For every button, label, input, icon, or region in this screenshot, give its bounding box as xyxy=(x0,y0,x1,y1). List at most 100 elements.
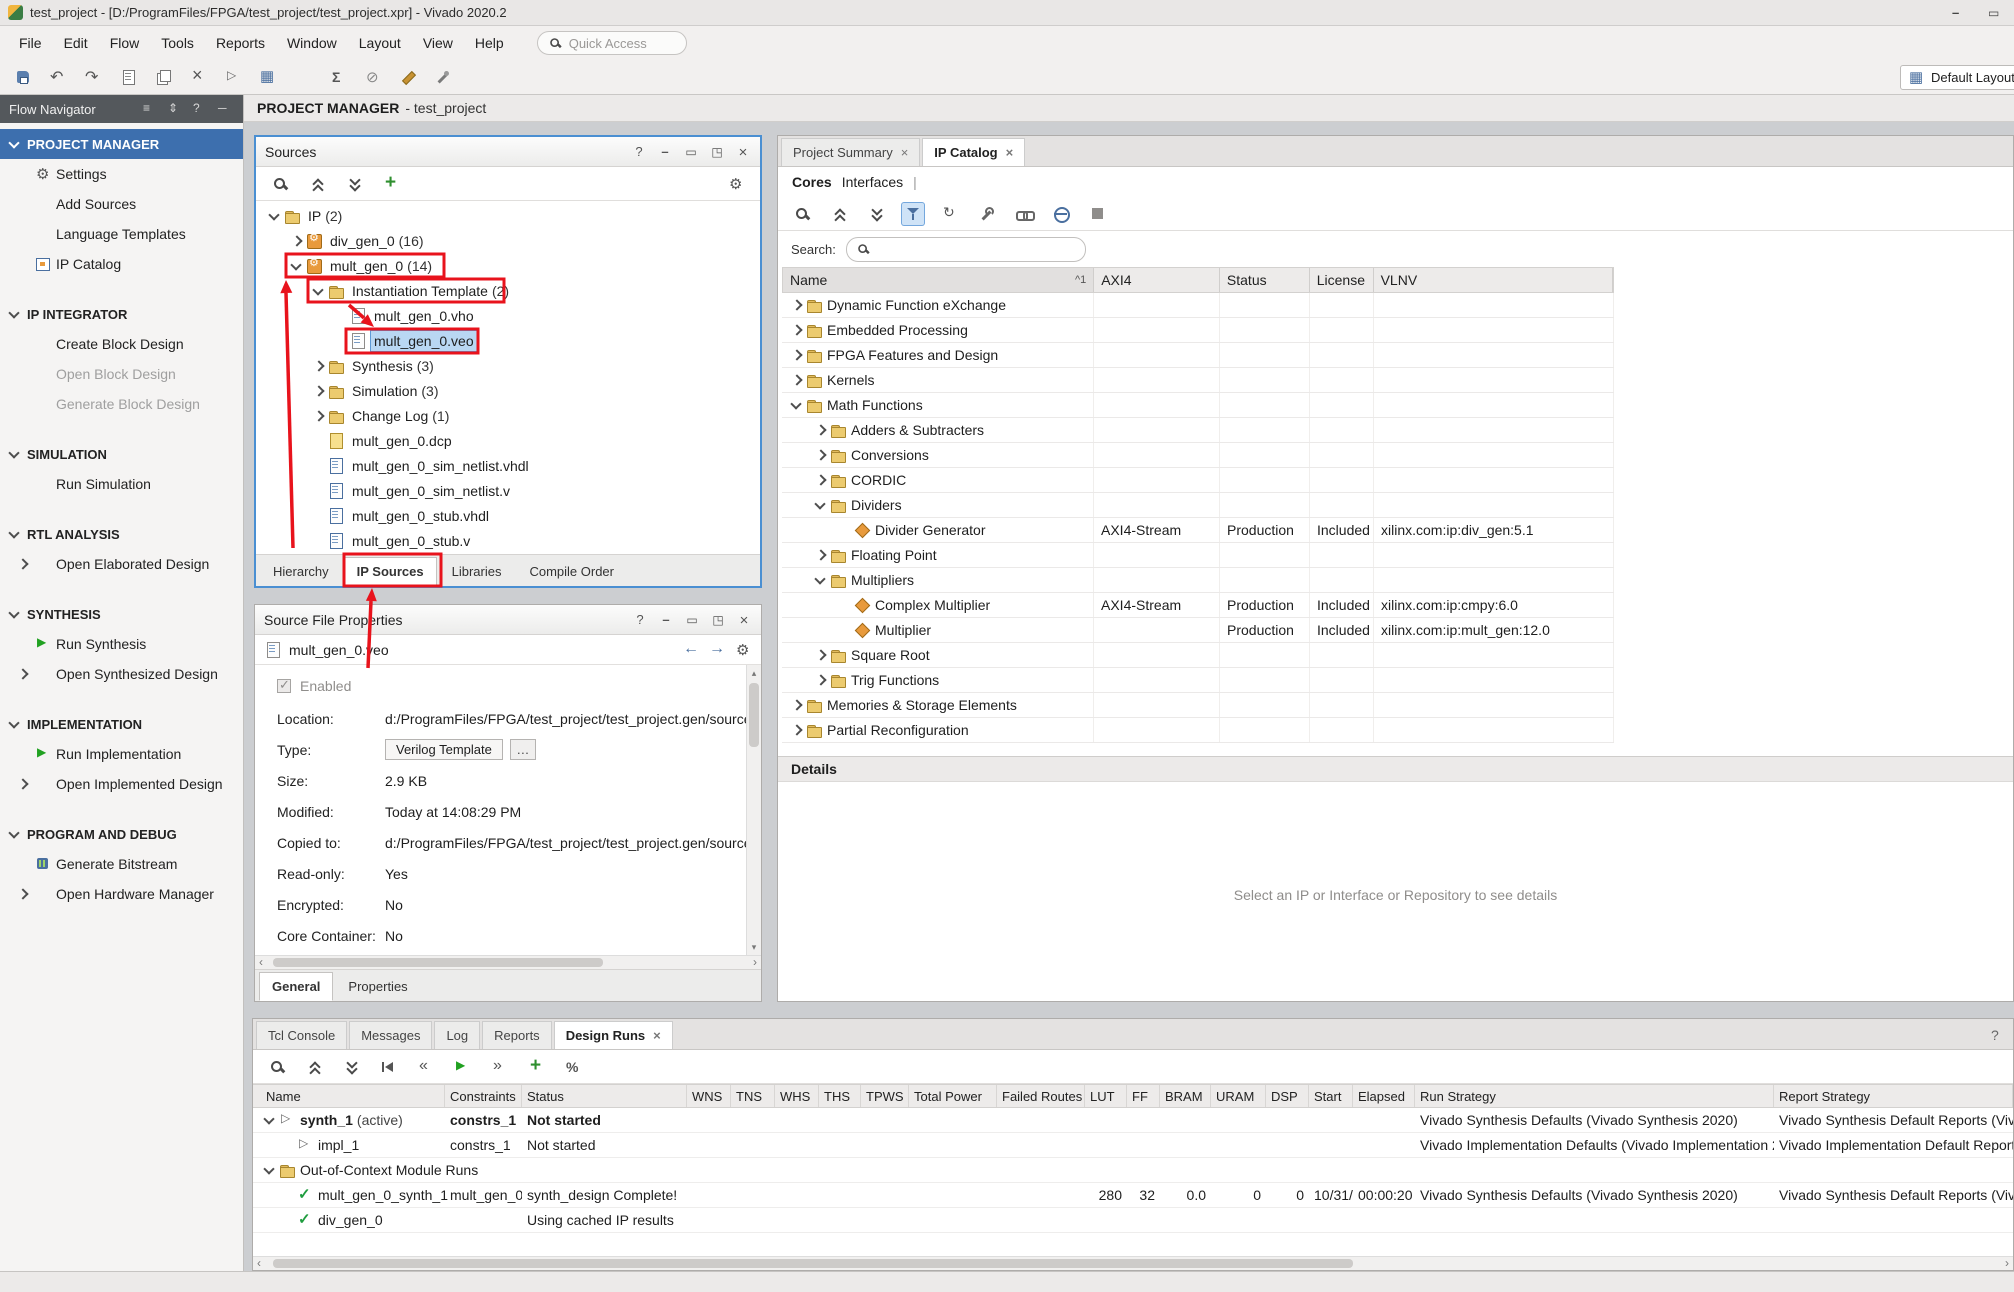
ip-catalog-row[interactable]: Kernels xyxy=(782,368,1614,393)
source-tree-row[interactable]: IP (2) xyxy=(256,203,760,228)
edit-menu[interactable]: Edit xyxy=(53,30,99,56)
ip-catalog-row[interactable]: Divider Generator AXI4-Stream Production… xyxy=(782,518,1614,543)
flow-nav-row[interactable]: Open Implemented Design xyxy=(0,769,243,799)
gear-icon[interactable] xyxy=(735,642,751,658)
column-header-bram[interactable]: BRAM xyxy=(1160,1085,1211,1107)
close-icon[interactable] xyxy=(736,612,752,628)
column-header-run-strategy[interactable]: Run Strategy xyxy=(1415,1085,1774,1107)
more-button[interactable]: … xyxy=(510,739,536,760)
design-run-row[interactable]: div_gen_0 Using cached IP results xyxy=(253,1208,2013,1233)
interfaces-view[interactable]: Interfaces xyxy=(842,174,903,190)
step-forward-button[interactable] xyxy=(488,1056,510,1078)
expander-icon[interactable] xyxy=(812,672,828,688)
expander-icon[interactable] xyxy=(261,1112,277,1128)
redo-button[interactable] xyxy=(82,66,104,88)
ip-catalog-row[interactable]: Multipliers xyxy=(782,568,1614,593)
column-header-tpws[interactable]: TPWS xyxy=(861,1085,909,1107)
project-summary-tab[interactable]: Project Summary xyxy=(781,138,920,166)
collapse-all-button[interactable] xyxy=(828,203,850,225)
flow-nav-row[interactable]: Add Sources xyxy=(0,189,243,219)
column-header-constraints[interactable]: Constraints xyxy=(445,1085,522,1107)
help-icon[interactable] xyxy=(631,144,647,160)
source-tree-row[interactable]: Instantiation Template (2) xyxy=(256,278,760,303)
search-button[interactable] xyxy=(791,203,813,225)
close-tab-icon[interactable] xyxy=(1006,145,1014,160)
layout-button[interactable] xyxy=(257,66,279,88)
flow-menu[interactable]: Flow xyxy=(99,30,151,56)
flow-nav-row[interactable]: IP Catalog xyxy=(0,249,243,279)
ip-catalog-row[interactable]: Adders & Subtracters xyxy=(782,418,1614,443)
ip-catalog-row[interactable]: CORDIC xyxy=(782,468,1614,493)
source-tree-row[interactable]: mult_gen_0.vho xyxy=(256,303,760,328)
scrollbar-thumb[interactable] xyxy=(273,958,603,967)
expander-icon[interactable] xyxy=(788,722,804,738)
forward-icon[interactable] xyxy=(709,642,725,658)
expander-icon[interactable] xyxy=(261,1162,277,1178)
expander-icon[interactable] xyxy=(788,297,804,313)
expander-icon[interactable] xyxy=(288,258,304,274)
sum-button[interactable] xyxy=(327,66,349,88)
catalog-search-input[interactable] xyxy=(846,237,1086,262)
expand-all-button[interactable] xyxy=(865,203,887,225)
column-header-license[interactable]: License xyxy=(1310,268,1374,292)
expander-icon[interactable] xyxy=(836,597,852,613)
scroll-left-icon[interactable]: ‹ xyxy=(257,1256,261,1270)
expand-all-button[interactable] xyxy=(343,173,365,195)
file-menu[interactable]: File xyxy=(8,30,53,56)
source-tree-row[interactable]: mult_gen_0.dcp xyxy=(256,428,760,453)
tools-button[interactable] xyxy=(432,66,454,88)
expander-icon[interactable] xyxy=(812,572,828,588)
expander-icon[interactable] xyxy=(310,358,326,374)
expand-all-button[interactable] xyxy=(340,1056,362,1078)
ip-catalog-row[interactable]: Partial Reconfiguration xyxy=(782,718,1614,743)
column-header-axi4[interactable]: AXI4 xyxy=(1094,268,1220,292)
flow-nav-row[interactable]: Language Templates xyxy=(0,219,243,249)
ip-catalog-row[interactable]: Trig Functions xyxy=(782,668,1614,693)
scroll-left-icon[interactable]: ‹ xyxy=(259,955,263,969)
compile-order-tab[interactable]: Compile Order xyxy=(516,557,627,586)
maximize-icon[interactable] xyxy=(709,144,725,160)
add-button[interactable] xyxy=(525,1056,547,1078)
column-header-tns[interactable]: TNS xyxy=(731,1085,775,1107)
step-back-button[interactable] xyxy=(414,1056,436,1078)
minimize-icon[interactable] xyxy=(658,612,674,628)
expander-icon[interactable] xyxy=(310,283,326,299)
enabled-checkbox[interactable] xyxy=(277,679,291,693)
horizontal-scrollbar[interactable]: ‹ › xyxy=(255,955,761,969)
horizontal-scrollbar[interactable]: ‹ › xyxy=(253,1256,2013,1270)
search-button[interactable] xyxy=(266,1056,288,1078)
source-tree-row[interactable]: mult_gen_0_sim_netlist.vhdl xyxy=(256,453,760,478)
settings-button[interactable] xyxy=(292,66,314,88)
expander-icon[interactable] xyxy=(332,333,348,349)
column-header-status[interactable]: Status xyxy=(522,1085,687,1107)
flow-nav-row[interactable]: Open Elaborated Design xyxy=(0,549,243,579)
design-run-row[interactable]: mult_gen_0_synth_1 mult_gen_0 synth_desi… xyxy=(253,1183,2013,1208)
column-header-start[interactable]: Start xyxy=(1309,1085,1353,1107)
expander-icon[interactable] xyxy=(310,508,326,524)
dash-icon[interactable] xyxy=(218,101,234,117)
flow-nav-row[interactable]: Run Simulation xyxy=(0,469,243,499)
column-header-failed-routes[interactable]: Failed Routes xyxy=(997,1085,1085,1107)
column-header-whs[interactable]: WHS xyxy=(775,1085,819,1107)
expander-icon[interactable] xyxy=(310,458,326,474)
ip-catalog-row[interactable]: Embedded Processing xyxy=(782,318,1614,343)
layout-selector[interactable]: Default Layout xyxy=(1900,65,2014,90)
percent-button[interactable] xyxy=(562,1056,584,1078)
tcl-console-tab[interactable]: Tcl Console xyxy=(256,1021,347,1049)
flow-nav-row[interactable]: IMPLEMENTATION xyxy=(0,709,243,739)
column-header-lut[interactable]: LUT xyxy=(1085,1085,1127,1107)
window-menu[interactable]: Window xyxy=(276,30,348,56)
ip-catalog-row[interactable]: FPGA Features and Design xyxy=(782,343,1614,368)
scroll-right-icon[interactable]: › xyxy=(2005,1256,2009,1270)
help-icon[interactable] xyxy=(632,612,648,628)
vresize-icon[interactable] xyxy=(168,101,184,117)
web-button[interactable] xyxy=(1050,203,1072,225)
tools-menu[interactable]: Tools xyxy=(150,30,205,56)
expander-icon[interactable] xyxy=(279,1137,295,1153)
ip-catalog-row[interactable]: Conversions xyxy=(782,443,1614,468)
column-header-ff[interactable]: FF xyxy=(1127,1085,1160,1107)
save-button[interactable] xyxy=(12,66,34,88)
expander-icon[interactable] xyxy=(288,233,304,249)
ip-catalog-row[interactable]: Memories & Storage Elements xyxy=(782,693,1614,718)
minimize-icon[interactable] xyxy=(657,144,673,160)
